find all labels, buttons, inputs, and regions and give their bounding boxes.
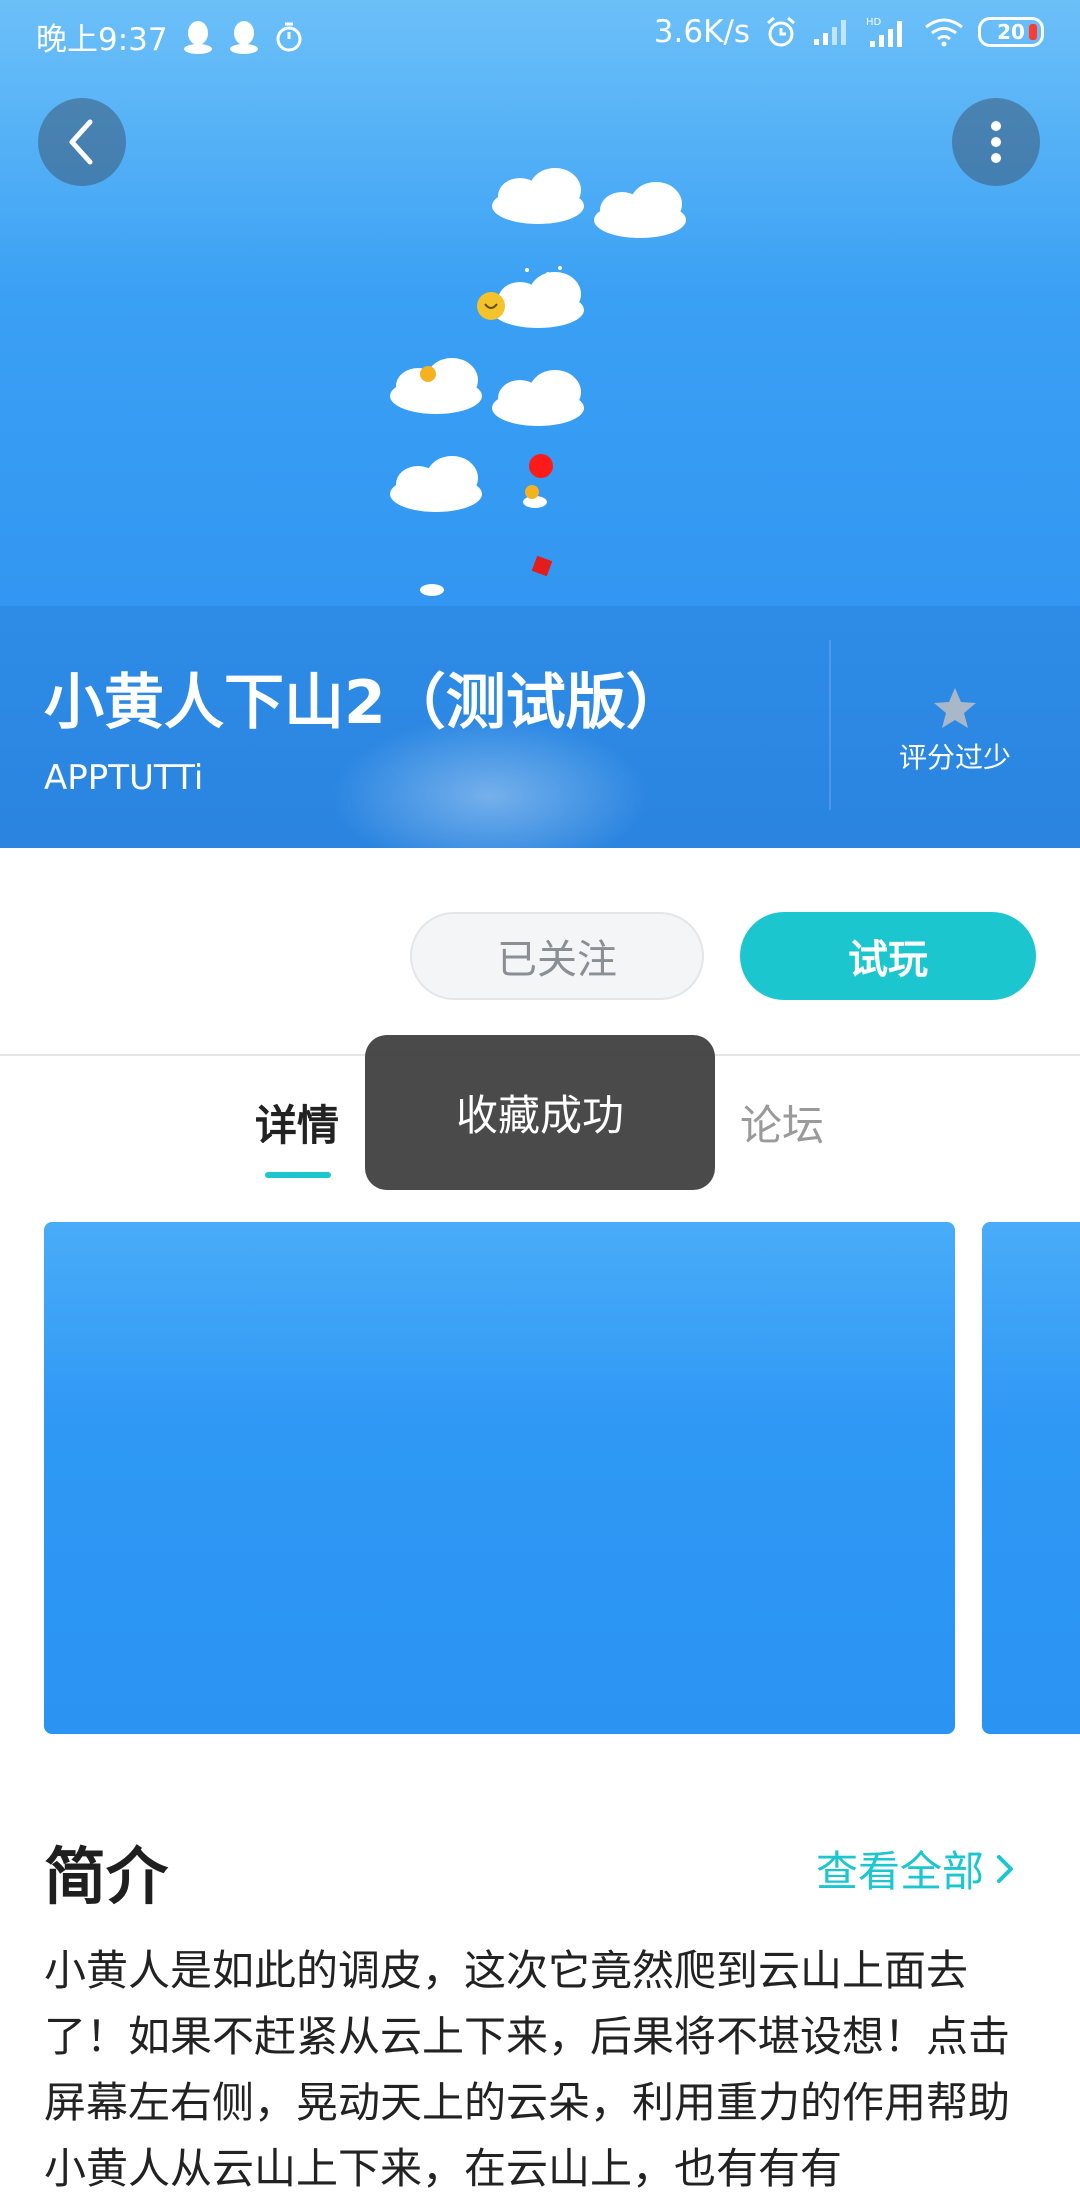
- tab-detail[interactable]: 详情: [255, 1092, 339, 1153]
- game-preview-art: [390, 168, 686, 596]
- alarm-icon: [767, 16, 795, 47]
- action-bar: 已关注 试玩: [0, 848, 1080, 1054]
- screenshot-thumbnail[interactable]: [44, 1222, 955, 1734]
- status-bar: 晚上9:37 3.6K/s HD 20: [0, 0, 1080, 66]
- intro-heading: 简介: [44, 1840, 169, 1913]
- more-options-button[interactable]: [952, 98, 1040, 186]
- divider: [829, 640, 831, 810]
- coin-icon: [525, 485, 539, 499]
- cloud-icon: [492, 272, 584, 328]
- try-play-button[interactable]: 试玩: [740, 912, 1036, 1000]
- rating-badge: 评分过少: [860, 686, 1050, 776]
- cloud-icon: [492, 168, 584, 224]
- app-title-band: 小黄人下山2（测试版） APPTUTTi 评分过少: [0, 606, 1080, 848]
- intro-description: 小黄人是如此的调皮，这次它竟然爬到云山上面去了！如果不赶紧从云上下来，后果将不堪…: [44, 1946, 1011, 2193]
- cloud-icon: [390, 456, 482, 512]
- hd-signal-icon: HD: [866, 17, 902, 47]
- qq-icon: [229, 20, 258, 54]
- timer-icon: [276, 22, 302, 51]
- qq-icon: [183, 20, 212, 54]
- rating-label: 评分过少: [898, 741, 1011, 774]
- cloud-icon: [492, 370, 584, 426]
- signal-icon: [814, 20, 846, 45]
- screenshot-thumbnail[interactable]: [982, 1222, 1080, 1734]
- wifi-icon: [925, 18, 963, 47]
- cloud-icon: [594, 182, 686, 238]
- tab-forum[interactable]: 论坛: [740, 1092, 824, 1153]
- red-ball-icon: [529, 454, 553, 478]
- star-icon: [934, 688, 976, 728]
- hero-banner: 晚上9:37 3.6K/s HD 20 小黄人下山2（测试版） APPTUTTi: [0, 0, 1080, 848]
- battery-icon: 20: [978, 17, 1044, 47]
- battery-level: 20: [997, 20, 1025, 44]
- developer-name[interactable]: APPTUTTi: [44, 758, 203, 798]
- minion-character-icon: [477, 292, 505, 320]
- active-tab-indicator: [265, 1172, 331, 1178]
- chevron-right-icon: [997, 1854, 1014, 1883]
- red-block-icon: [531, 555, 553, 577]
- followed-button[interactable]: 已关注: [410, 912, 704, 1000]
- network-speed: 3.6K/s: [653, 14, 750, 50]
- see-all-link[interactable]: 查看全部: [816, 1838, 1014, 1899]
- see-all-label: 查看全部: [816, 1847, 985, 1896]
- chevron-left-icon: [69, 119, 93, 165]
- app-title: 小黄人下山2（测试版）: [44, 668, 686, 738]
- toast-message: 收藏成功: [365, 1035, 715, 1190]
- status-time: 晚上9:37: [36, 22, 168, 58]
- more-vertical-icon: [991, 121, 1001, 163]
- back-button[interactable]: [38, 98, 126, 186]
- coin-icon: [420, 366, 436, 382]
- svg-text:HD: HD: [866, 17, 882, 28]
- cloud-icon: [390, 358, 482, 414]
